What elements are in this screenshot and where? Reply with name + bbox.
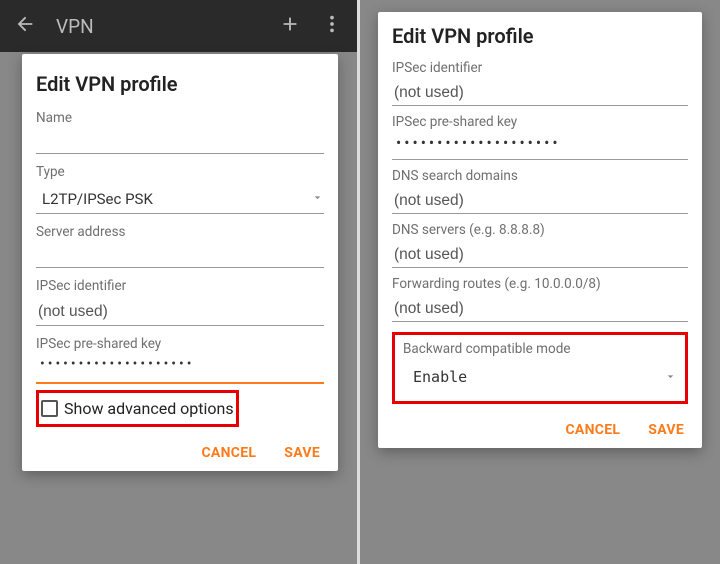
server-input[interactable] (36, 244, 324, 268)
routes-label: Forwarding routes (e.g. 10.0.0.0/8) (392, 276, 688, 292)
psk-input[interactable]: •••••••••••••••••••• (392, 134, 688, 160)
edit-vpn-dialog: Edit VPN profile Name Type L2TP/IPSec PS… (22, 54, 338, 471)
compat-value: Enable (413, 368, 664, 386)
dialog-title: Edit VPN profile (36, 72, 324, 96)
name-label: Name (36, 110, 324, 126)
compat-select[interactable]: Enable (403, 363, 677, 391)
checkbox-icon (41, 400, 58, 417)
ipsec-id-input[interactable] (392, 80, 688, 106)
psk-label: IPSec pre-shared key (392, 114, 688, 130)
ipsec-id-label: IPSec identifier (392, 60, 688, 76)
chevron-down-icon (664, 368, 677, 387)
app-topbar: VPN (0, 0, 357, 52)
cancel-button[interactable]: CANCEL (565, 422, 620, 438)
dns-servers-label: DNS servers (e.g. 8.8.8.8) (392, 222, 688, 238)
type-select[interactable]: L2TP/IPSec PSK (36, 184, 324, 214)
dialog-actions: CANCEL SAVE (392, 422, 688, 438)
overflow-icon[interactable] (321, 13, 343, 39)
add-icon[interactable] (279, 13, 301, 39)
dns-servers-input[interactable] (392, 242, 688, 268)
app-title: VPN (56, 15, 259, 38)
screenshot-right: Edit VPN profile IPSec identifier IPSec … (360, 0, 720, 564)
psk-input[interactable]: •••••••••••••••••••• (36, 356, 324, 384)
dialog-title: Edit VPN profile (392, 24, 688, 48)
save-button[interactable]: SAVE (284, 445, 320, 461)
show-advanced-label: Show advanced options (64, 399, 234, 418)
back-icon[interactable] (14, 13, 36, 39)
dns-search-input[interactable] (392, 188, 688, 214)
ipsec-id-label: IPSec identifier (36, 278, 324, 294)
save-button[interactable]: SAVE (648, 422, 684, 438)
chevron-down-icon (311, 189, 324, 208)
dns-search-label: DNS search domains (392, 168, 688, 184)
ipsec-id-input[interactable] (36, 298, 324, 326)
routes-input[interactable] (392, 296, 688, 322)
dialog-actions: CANCEL SAVE (36, 445, 324, 461)
server-label: Server address (36, 224, 324, 240)
type-label: Type (36, 164, 324, 180)
cancel-button[interactable]: CANCEL (201, 445, 256, 461)
show-advanced-toggle[interactable]: Show advanced options (36, 390, 239, 427)
type-value: L2TP/IPSec PSK (42, 190, 311, 208)
psk-label: IPSec pre-shared key (36, 336, 324, 352)
compat-label: Backward compatible mode (403, 341, 677, 357)
screenshot-left: VPN Edit VPN profile Name Type L2TP/IPSe… (0, 0, 360, 564)
name-input[interactable] (36, 130, 324, 154)
compat-mode-section: Backward compatible mode Enable (392, 332, 688, 404)
edit-vpn-dialog-expanded: Edit VPN profile IPSec identifier IPSec … (378, 12, 702, 448)
